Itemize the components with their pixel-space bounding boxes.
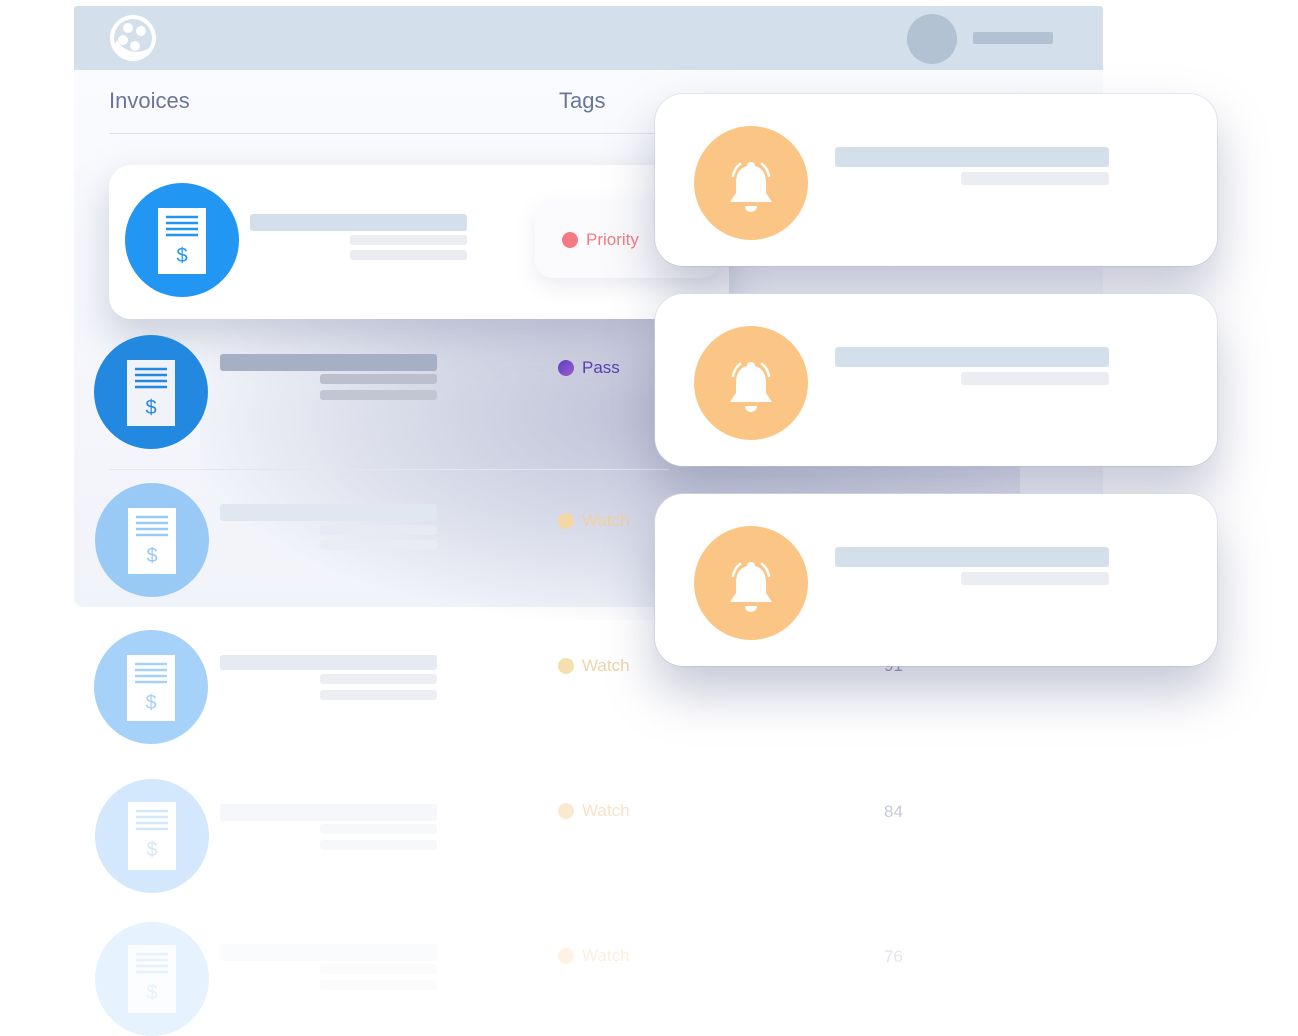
- svg-text:$: $: [146, 982, 157, 1004]
- notification-title-placeholder: [835, 347, 1109, 367]
- invoice-meta-placeholder: [350, 235, 467, 245]
- invoice-meta-placeholder: [320, 674, 437, 684]
- invoice-meta-placeholder: [320, 540, 437, 550]
- tag-label: Watch: [582, 946, 630, 965]
- tag-label: Watch: [582, 801, 630, 820]
- svg-text:$: $: [146, 545, 157, 567]
- invoice-title-placeholder: [220, 504, 437, 521]
- invoice-meta-placeholder: [320, 824, 437, 834]
- tag-watch[interactable]: Watch: [558, 656, 630, 676]
- invoice-meta-placeholder: [320, 390, 437, 400]
- invoice-dollar-icon[interactable]: $: [95, 922, 209, 1036]
- invoice-dollar-icon[interactable]: $: [94, 335, 208, 449]
- notification-card[interactable]: [655, 94, 1217, 266]
- invoice-meta-placeholder: [320, 690, 437, 700]
- score-value: 76: [884, 947, 903, 966]
- tag-watch[interactable]: Watch: [558, 801, 630, 821]
- invoice-meta-placeholder: [320, 374, 437, 384]
- tag-label: Watch: [582, 511, 630, 530]
- invoice-dollar-icon[interactable]: $: [95, 483, 209, 597]
- user-name-placeholder[interactable]: [973, 32, 1053, 44]
- invoice-title-placeholder: [220, 944, 437, 961]
- notification-meta-placeholder: [961, 172, 1109, 185]
- score-value: 84: [884, 802, 903, 821]
- user-avatar-icon[interactable]: [907, 14, 957, 64]
- tag-dot: [558, 658, 574, 674]
- header-divider: [109, 133, 669, 134]
- invoice-title-placeholder: [220, 655, 437, 670]
- tag-pass[interactable]: Pass: [558, 358, 620, 378]
- tag-dot: [558, 948, 574, 964]
- column-header-tags[interactable]: Tags: [559, 88, 605, 114]
- svg-text:$: $: [145, 692, 156, 714]
- invoice-title-placeholder: [220, 354, 437, 371]
- bell-icon: [694, 126, 808, 240]
- invoice-dollar-icon[interactable]: $: [95, 779, 209, 893]
- notification-meta-placeholder: [961, 572, 1109, 585]
- bell-icon: [694, 526, 808, 640]
- invoice-meta-placeholder: [320, 980, 437, 990]
- tag-label: Watch: [582, 656, 630, 675]
- invoice-meta-placeholder: [320, 840, 437, 850]
- film-reel-logo-icon[interactable]: [109, 14, 157, 62]
- invoice-title-placeholder: [250, 214, 467, 231]
- row-divider: [109, 469, 669, 470]
- notification-title-placeholder: [835, 147, 1109, 167]
- svg-text:$: $: [176, 245, 187, 267]
- svg-text:$: $: [146, 839, 157, 861]
- column-header-invoices[interactable]: Invoices: [109, 88, 190, 114]
- tag-watch[interactable]: Watch: [558, 946, 630, 966]
- tag-dot: [558, 360, 574, 376]
- tag-watch[interactable]: Watch: [558, 511, 630, 531]
- tag-priority[interactable]: Priority: [562, 230, 639, 250]
- notification-title-placeholder: [835, 547, 1109, 567]
- invoice-dollar-icon: $: [125, 183, 239, 297]
- bell-icon: [694, 326, 808, 440]
- notification-card[interactable]: [655, 294, 1217, 466]
- invoice-meta-placeholder: [320, 525, 437, 535]
- invoice-dollar-icon[interactable]: $: [94, 630, 208, 744]
- tag-dot: [562, 232, 578, 248]
- tag-dot: [558, 513, 574, 529]
- invoice-title-placeholder: [220, 804, 437, 821]
- svg-text:$: $: [145, 397, 156, 419]
- notification-card[interactable]: [655, 494, 1217, 666]
- tag-dot: [558, 803, 574, 819]
- notification-meta-placeholder: [961, 372, 1109, 385]
- tag-label: Priority: [586, 230, 639, 249]
- invoice-meta-placeholder: [350, 250, 467, 260]
- invoice-meta-placeholder: [320, 964, 437, 974]
- tag-label: Pass: [582, 358, 620, 377]
